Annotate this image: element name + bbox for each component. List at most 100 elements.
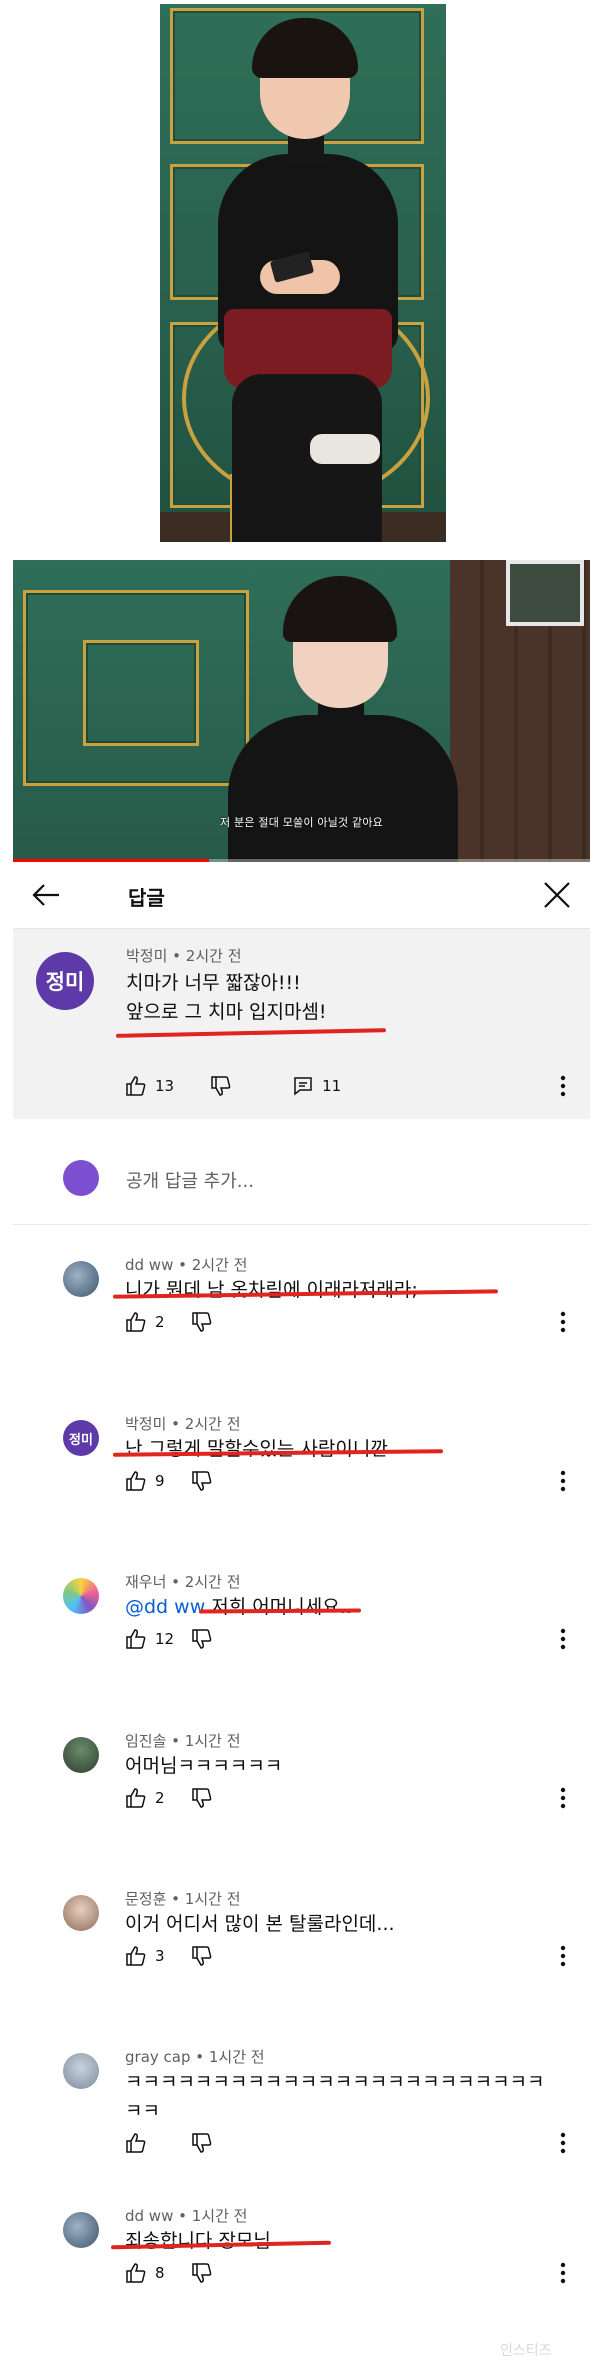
thumbs-up-icon[interactable] [125,1470,147,1492]
comment-actions: 3 [125,1945,213,1967]
more-vert-icon[interactable] [560,2262,566,2284]
thumbs-down-icon[interactable] [191,1787,213,1809]
comment-meta: dd ww • 2시간 전 [125,1256,248,1274]
more-vert-icon[interactable] [560,1075,566,1097]
comment-actions: 2 [125,1311,213,1333]
thumbs-down-icon[interactable] [191,1945,213,1967]
like-count: 8 [155,2264,165,2282]
comment-text: @dd ww 저희 어머니세요.. [125,1593,555,1622]
thumbs-up-icon[interactable] [125,1628,147,1650]
like-count: 2 [155,1789,165,1807]
reply-comment: 임진솔 • 1시간 전어머님ㅋㅋㅋㅋㅋㅋ 2 [13,1716,590,1866]
replies-header: 답글 [13,862,590,929]
comment-meta: gray cap • 1시간 전 [125,2048,265,2066]
watermark: 인스티즈 [500,2343,552,2359]
comment-text: 죄송합니다 장모님 [125,2227,555,2256]
comment-actions: 8 [125,2262,213,2284]
page-title: 답글 [128,886,165,910]
thumbs-up-icon[interactable] [125,1945,147,1967]
comment-actions: 13 11 [125,1075,341,1097]
avatar[interactable] [63,1895,99,1931]
comment-actions: 2 [125,1787,213,1809]
comment-time: 2시간 전 [185,947,242,965]
more-vert-icon[interactable] [560,1787,566,1809]
comment-line: ㅋㅋㅋㅋㅋㅋㅋㅋㅋㅋㅋㅋㅋㅋㅋㅋㅋㅋㅋㅋㅋㅋㅋㅋ [125,2071,545,2093]
thumbs-up-icon[interactable] [125,1311,147,1333]
thumbs-up-icon[interactable] [125,1075,147,1097]
thumbs-up-icon[interactable] [125,1787,147,1809]
reply-comment: gray cap • 1시간 전 ㅋㅋㅋㅋㅋㅋㅋㅋㅋㅋㅋㅋㅋㅋㅋㅋㅋㅋㅋㅋㅋㅋㅋㅋ… [13,2032,590,2182]
reply-input-row: 공개 답글 추가... [13,1120,590,1225]
comment-author[interactable]: dd ww [125,1256,173,1274]
avatar-text: 정미 [69,1432,93,1448]
photo-woman-seated-smiling [160,4,446,542]
comment-author[interactable]: 재우너 [125,1573,166,1591]
comment-line: ㅋㅋ [125,2100,160,2122]
comment-meta: 박정미 • 2시간 전 [125,1415,241,1433]
comment-text: 어머님ㅋㅋㅋㅋㅋㅋ [125,1752,555,1781]
avatar [63,1160,99,1196]
reply-comment: 정미 박정미 • 2시간 전난 그렇게 말할수있는 사람이니깐 9 [13,1399,590,1549]
comment-meta: dd ww • 1시간 전 [125,2207,248,2225]
comment-text: 치마가 너무 짧잖아!!! 앞으로 그 치마 입지마셈! [126,969,327,1027]
reply-count: 11 [322,1077,342,1095]
more-vert-icon[interactable] [560,2132,566,2154]
thumbs-down-icon[interactable] [191,1628,213,1650]
comment-actions: 9 [125,1470,213,1492]
comment-author[interactable]: 박정미 [126,947,167,965]
comment-line-text: 저희 어머니세요.. [211,1596,352,1618]
comment-author[interactable]: dd ww [125,2207,173,2225]
like-count: 3 [155,1947,165,1965]
comment-author[interactable]: 문정훈 [125,1890,166,1908]
comment-line: 죄송합니다 장모님 [125,2230,271,2252]
reply-input[interactable]: 공개 답글 추가... [126,1167,254,1193]
comment-text: ㅋㅋㅋㅋㅋㅋㅋㅋㅋㅋㅋㅋㅋㅋㅋㅋㅋㅋㅋㅋㅋㅋㅋㅋ ㅋㅋ [125,2068,555,2126]
avatar[interactable]: 정미 [63,1420,99,1456]
thumbs-up-icon[interactable] [125,2132,147,2154]
comment-meta: 박정미 • 2시간 전 [126,947,242,965]
avatar[interactable] [63,1737,99,1773]
annotation-underline [115,1028,387,1038]
comment-time: 1시간 전 [208,2048,265,2066]
comment-time: 2시간 전 [184,1573,241,1591]
like-count: 2 [155,1313,165,1331]
more-vert-icon[interactable] [560,1628,566,1650]
arrow-left-icon[interactable] [31,882,61,908]
avatar[interactable] [63,2053,99,2089]
comment-time: 2시간 전 [184,1415,241,1433]
close-icon[interactable] [542,880,572,910]
thumbs-down-icon[interactable] [191,1311,213,1333]
comment-line: 이거 어디서 많이 본 탈룰라인데... [125,1913,395,1935]
comment-author[interactable]: 임진솔 [125,1732,166,1750]
more-vert-icon[interactable] [560,1311,566,1333]
comment-meta: 문정훈 • 1시간 전 [125,1890,241,1908]
avatar[interactable] [63,1261,99,1297]
thumbs-up-icon[interactable] [125,2262,147,2284]
avatar[interactable] [63,2212,99,2248]
comment-author[interactable]: gray cap [125,2048,191,2066]
more-vert-icon[interactable] [560,1945,566,1967]
comment-line: 어머님ㅋㅋㅋㅋㅋㅋ [125,1755,283,1777]
comment-actions [125,2132,213,2154]
like-count: 12 [155,1630,175,1648]
thumbs-down-icon[interactable] [210,1075,232,1097]
reply-comment: 문정훈 • 1시간 전이거 어디서 많이 본 탈룰라인데... 3 [13,1874,590,2024]
thumbs-down-icon[interactable] [191,2132,213,2154]
mention-link[interactable]: @dd ww [125,1596,205,1618]
comment-time: 2시간 전 [191,1256,248,1274]
reply-count-icon[interactable] [292,1075,314,1097]
video-frame[interactable]: 저 분은 절대 모쏠이 아닐것 같아요 [13,560,590,862]
avatar[interactable]: 정미 [36,952,94,1010]
avatar[interactable] [63,1578,99,1614]
like-count: 13 [155,1077,175,1095]
thumbs-down-icon[interactable] [191,2262,213,2284]
thumbs-down-icon[interactable] [191,1470,213,1492]
comment-actions: 12 [125,1628,213,1650]
comment-meta: 임진솔 • 1시간 전 [125,1732,241,1750]
comment-time: 1시간 전 [191,2207,248,2225]
avatar-text: 정미 [45,970,85,994]
like-count: 9 [155,1472,165,1490]
comment-author[interactable]: 박정미 [125,1415,166,1433]
reply-comment: dd ww • 2시간 전 니가 뭔데 남 옷차림에 이래라저래라; 2 [13,1240,590,1390]
more-vert-icon[interactable] [560,1470,566,1492]
